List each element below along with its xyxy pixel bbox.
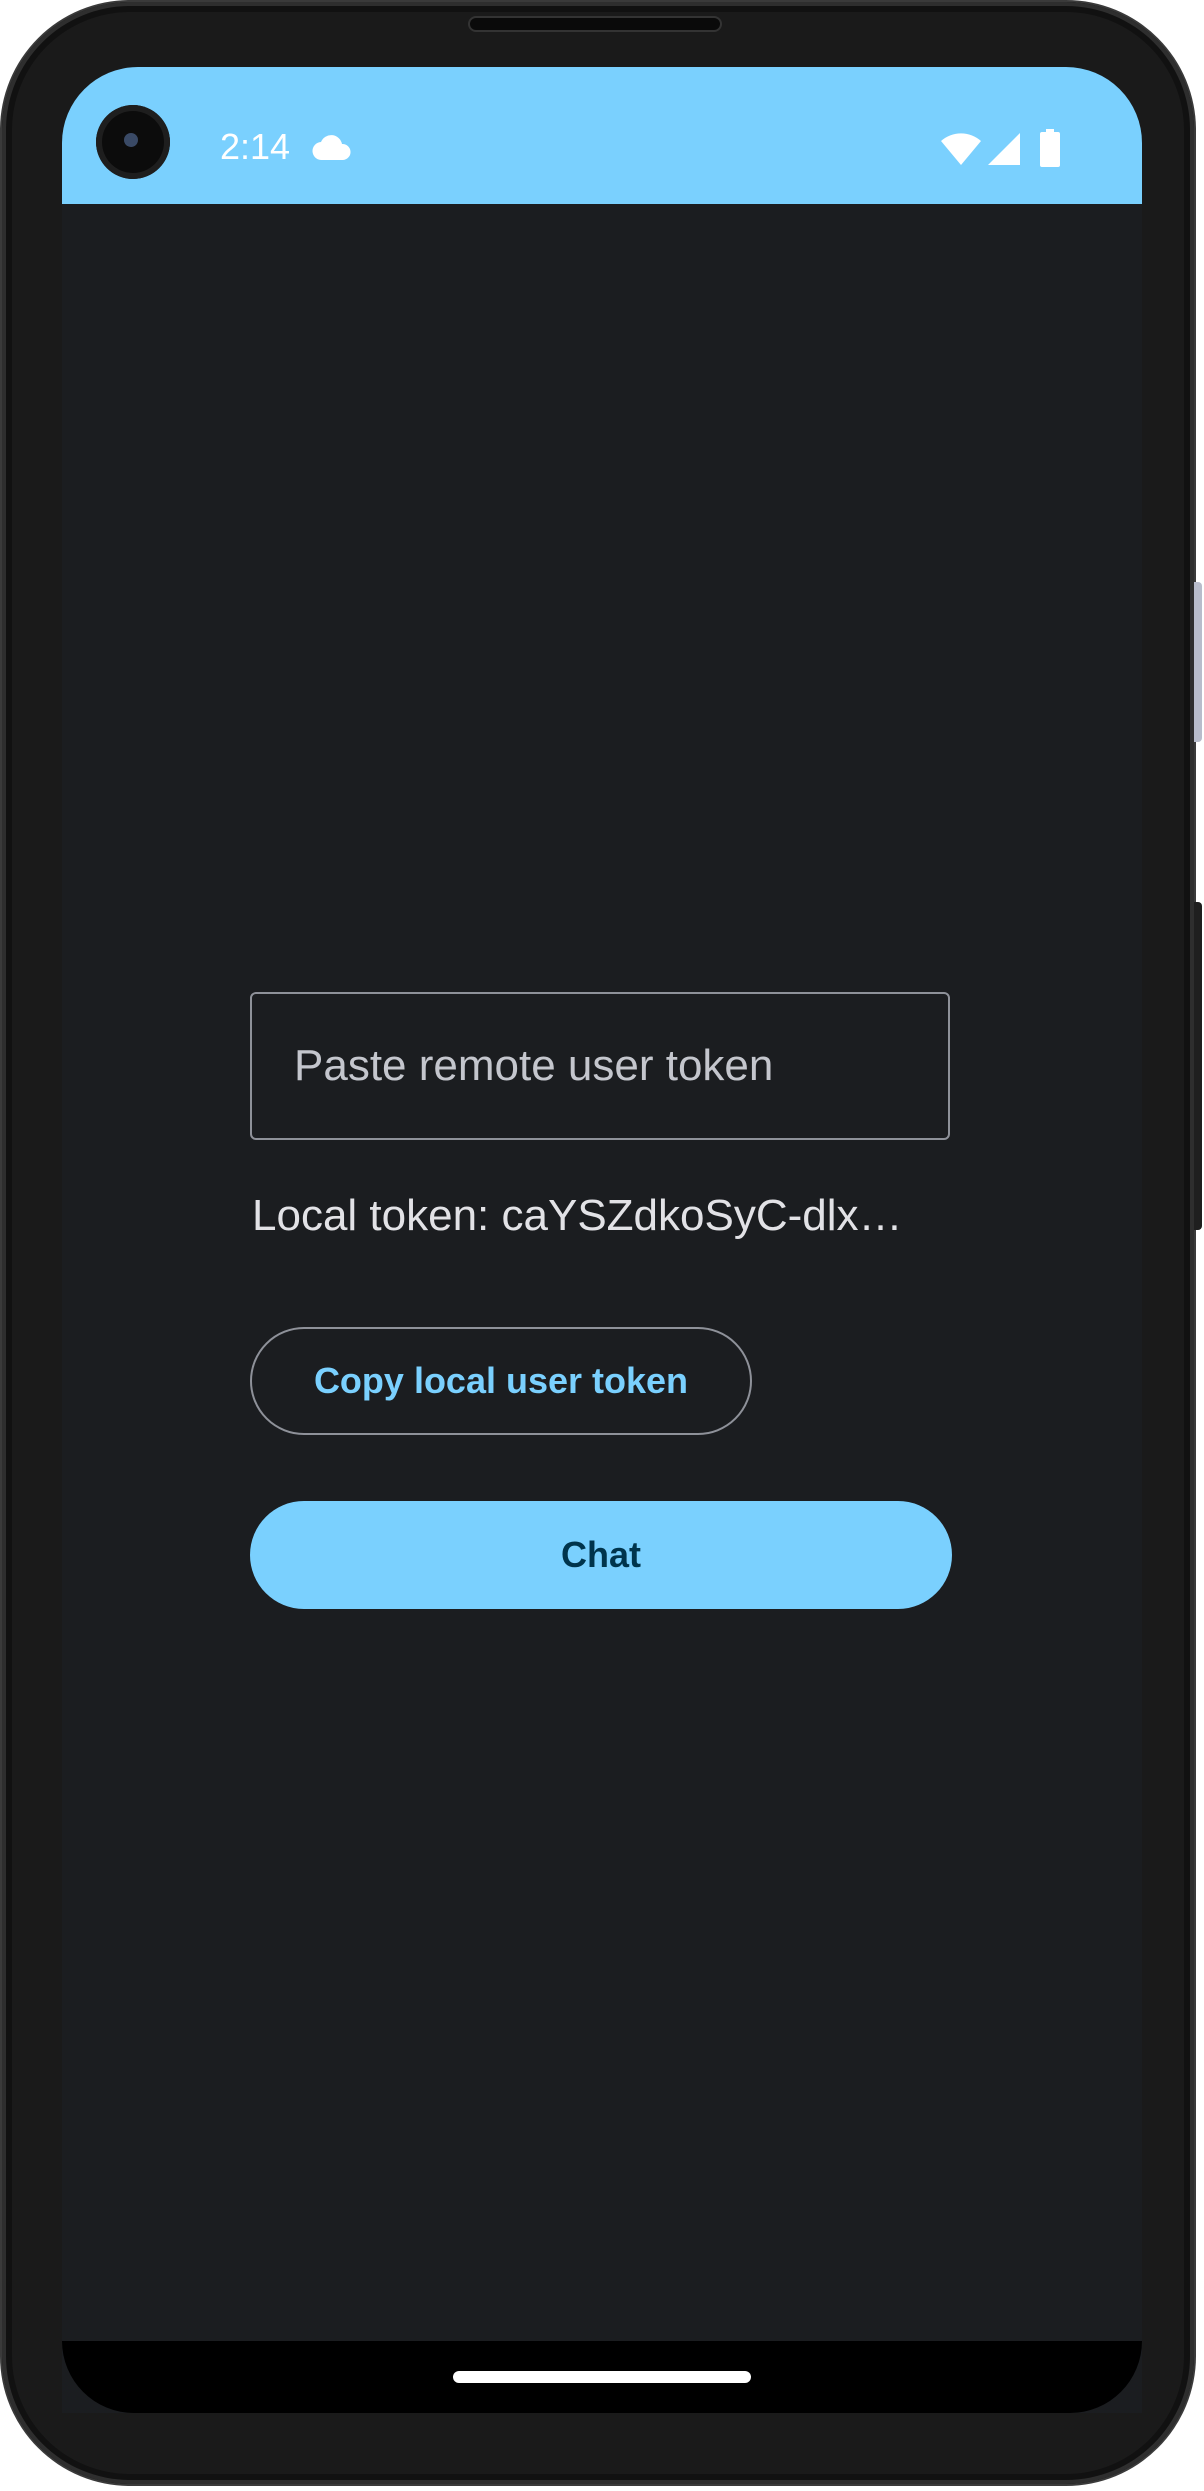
- front-camera: [96, 105, 170, 179]
- chat-button[interactable]: Chat: [250, 1501, 952, 1609]
- volume-button: [1194, 582, 1202, 742]
- screen: 2:14 Local token: caYSZdkoSyC-dlx… Copy …: [62, 67, 1142, 2413]
- main-content: Local token: caYSZdkoSyC-dlx… Copy local…: [62, 204, 1142, 2413]
- status-bar: 2:14: [62, 67, 1142, 204]
- battery-icon: [1040, 129, 1060, 167]
- local-token-label: Local token: caYSZdkoSyC-dlx…: [252, 1191, 903, 1240]
- home-gesture-handle[interactable]: [453, 2371, 751, 2383]
- copy-local-token-button[interactable]: Copy local user token: [250, 1327, 752, 1435]
- status-time: 2:14: [220, 126, 291, 167]
- wifi-icon: [941, 133, 981, 165]
- earpiece-speaker: [470, 18, 720, 30]
- navigation-bar: [62, 2341, 1142, 2413]
- remote-token-input[interactable]: [250, 992, 950, 1140]
- cellular-signal-icon: [988, 133, 1020, 165]
- cloud-icon: [312, 135, 351, 161]
- power-button: [1194, 902, 1202, 1230]
